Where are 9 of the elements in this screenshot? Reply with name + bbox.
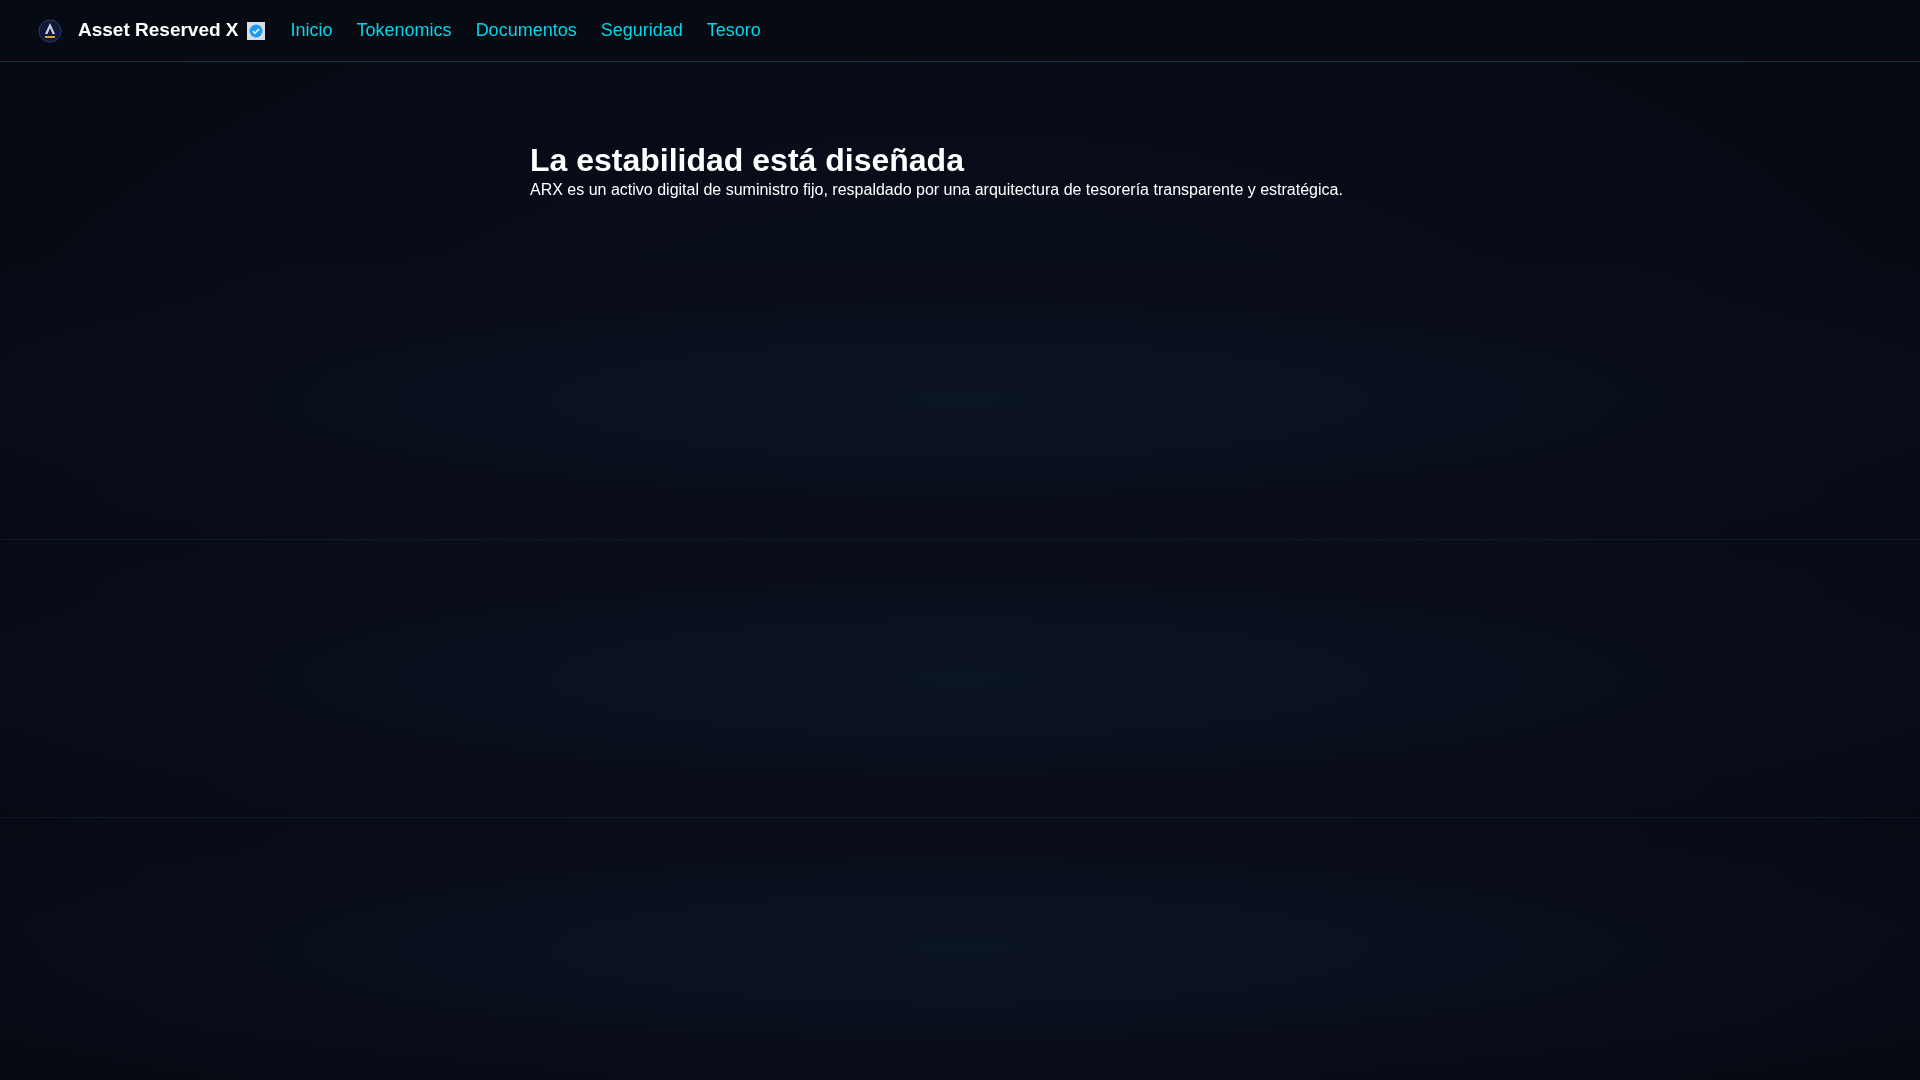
logo-icon	[38, 18, 62, 43]
nav-link[interactable]: Documentos	[475, 17, 577, 44]
hero-title: La estabilidad está diseñada	[530, 142, 966, 179]
nav-link[interactable]: Tesoro	[706, 17, 761, 44]
hero-subtitle: ARX es un activo digital de suministro fijo, respaldado por una arquitectura de tesorería transparente y estratégica.	[530, 179, 1344, 200]
brand-name: Asset Reserved X	[78, 18, 239, 43]
nav-link[interactable]: Tokenomics	[356, 17, 452, 44]
nav-link[interactable]: Seguridad	[600, 17, 683, 44]
nav-link[interactable]: Inicio	[290, 17, 333, 44]
